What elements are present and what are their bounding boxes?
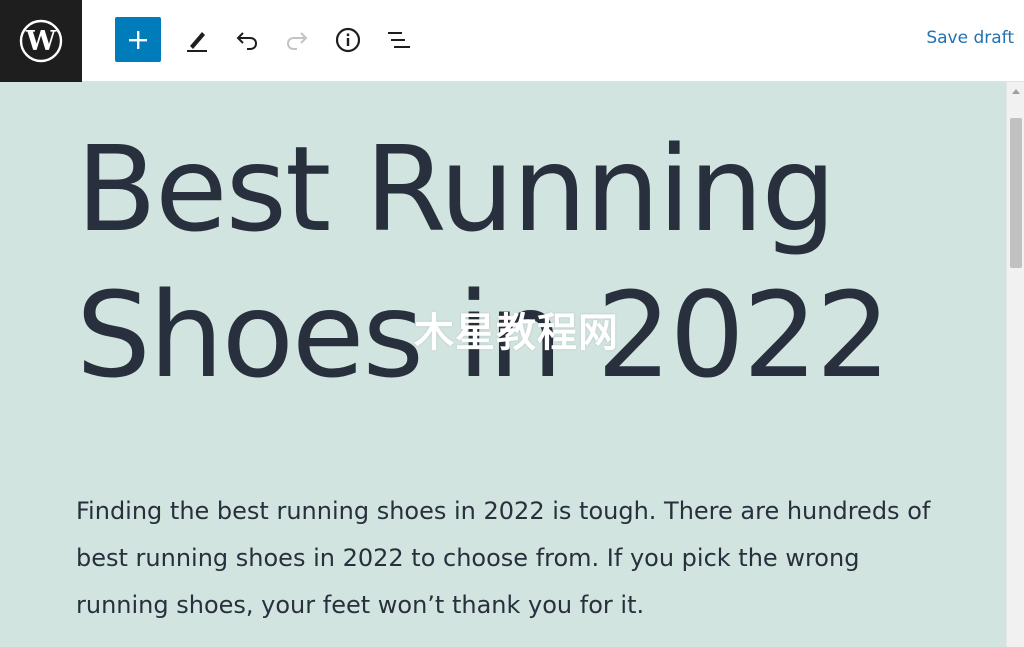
undo-button[interactable] <box>224 17 270 63</box>
editor-canvas: Best Running Shoes in 2022 Finding the b… <box>0 82 1006 647</box>
add-block-button[interactable] <box>115 17 161 62</box>
list-view-icon <box>388 32 410 48</box>
svg-text:W: W <box>25 26 57 57</box>
info-icon <box>335 27 361 53</box>
paragraph-block[interactable]: Finding the best running shoes in 2022 i… <box>76 488 956 629</box>
tools-button[interactable] <box>174 17 220 63</box>
redo-button[interactable] <box>274 17 320 63</box>
plus-icon <box>129 30 147 49</box>
details-button[interactable] <box>325 17 371 63</box>
list-view-button[interactable] <box>376 17 422 63</box>
post-title[interactable]: Best Running Shoes in 2022 <box>76 116 976 408</box>
wordpress-logo-button[interactable]: W <box>0 0 82 82</box>
pencil-icon <box>187 32 207 52</box>
wordpress-logo-icon: W <box>19 19 63 63</box>
editor-header: W Save draft <box>0 0 1024 82</box>
vertical-scrollbar[interactable] <box>1006 82 1024 647</box>
save-draft-button[interactable]: Save draft <box>926 28 1014 48</box>
scrollbar-thumb[interactable] <box>1010 118 1022 268</box>
redo-icon <box>286 32 308 50</box>
undo-icon <box>236 32 258 50</box>
scroll-up-arrow-icon[interactable] <box>1007 82 1024 100</box>
